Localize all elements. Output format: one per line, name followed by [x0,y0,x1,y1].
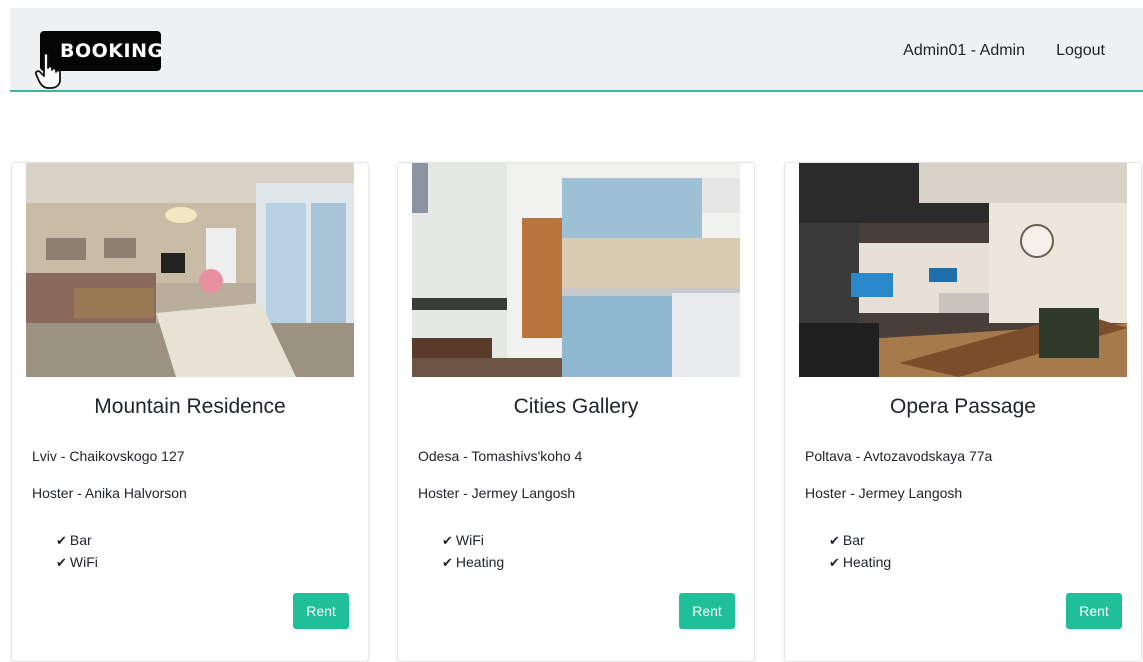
logo-text: BOOKING [60,40,164,62]
amenity-label: Heating [842,554,892,570]
amenity-label: Heating [455,554,505,570]
rent-button[interactable]: Rent [679,593,735,629]
amenity-label: Bar [69,532,92,548]
listing-address: Odesa - Tomashivs'koho 4 [418,448,583,464]
listing-card-opera-passage: Opera Passage Poltava - Avtozavodskaya 7… [784,162,1142,662]
amenities-list: ✔ Bar ✔ Heating [829,529,891,573]
rent-button[interactable]: Rent [293,593,349,629]
listing-photo-loft [799,163,1127,377]
amenity-item: ✔ WiFi [56,551,98,573]
current-user-label: Admin01 - Admin [903,42,1025,59]
check-icon: ✔ [829,555,840,570]
listing-photo-kitchen [412,163,740,377]
listing-host: Hoster - Jermey Langosh [805,485,963,501]
check-icon: ✔ [829,533,840,548]
amenities-list: ✔ Bar ✔ WiFi [56,529,98,573]
rent-button[interactable]: Rent [1066,593,1122,629]
amenity-item: ✔ Heating [829,551,891,573]
listing-photo-living-room [26,163,354,377]
amenity-item: ✔ Bar [56,529,98,551]
listing-title: Opera Passage [890,395,1036,418]
amenity-label: WiFi [69,554,98,570]
pointer-hand-icon [34,52,61,89]
listing-card-cities-gallery: Cities Gallery Odesa - Tomashivs'koho 4 … [397,162,755,662]
logout-link[interactable]: Logout [1056,42,1105,60]
booking-logo[interactable]: BOOKING [34,31,164,89]
listing-host: Hoster - Anika Halvorson [32,485,187,501]
amenity-item: ✔ WiFi [442,529,504,551]
check-icon: ✔ [56,555,67,570]
navbar: BOOKING Admin01 - Admin Logout [10,8,1143,92]
check-icon: ✔ [442,555,453,570]
listing-title: Cities Gallery [513,395,639,418]
amenity-item: ✔ Heating [442,551,504,573]
amenity-item: ✔ Bar [829,529,891,551]
listing-title: Mountain Residence [94,395,286,418]
listing-address: Lviv - Chaikovskogo 127 [32,448,185,464]
amenity-label: Bar [842,532,865,548]
listing-host: Hoster - Jermey Langosh [418,485,576,501]
listing-address: Poltava - Avtozavodskaya 77a [805,448,993,464]
amenity-label: WiFi [455,532,484,548]
listing-card-mountain-residence: Mountain Residence Lviv - Chaikovskogo 1… [11,162,369,662]
check-icon: ✔ [442,533,453,548]
check-icon: ✔ [56,533,67,548]
amenities-list: ✔ WiFi ✔ Heating [442,529,504,573]
